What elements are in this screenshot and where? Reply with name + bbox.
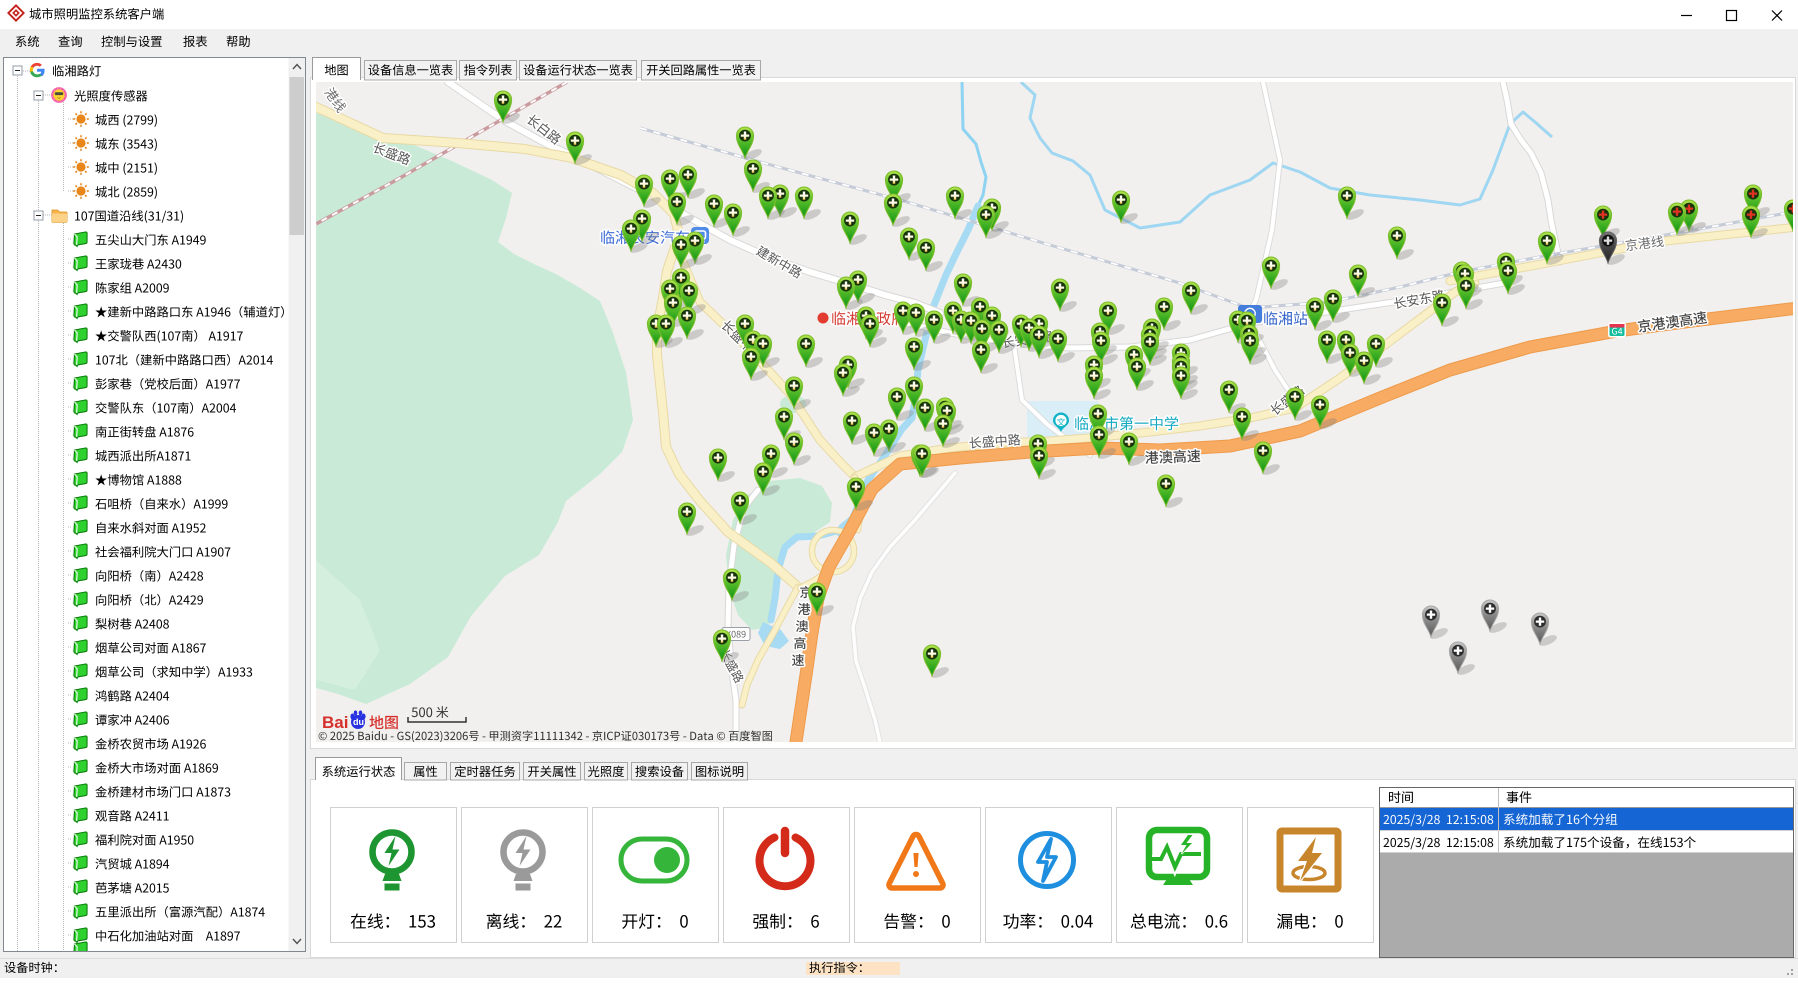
- svg-text:du: du: [353, 717, 364, 727]
- svg-text:Bai: Bai: [322, 713, 348, 732]
